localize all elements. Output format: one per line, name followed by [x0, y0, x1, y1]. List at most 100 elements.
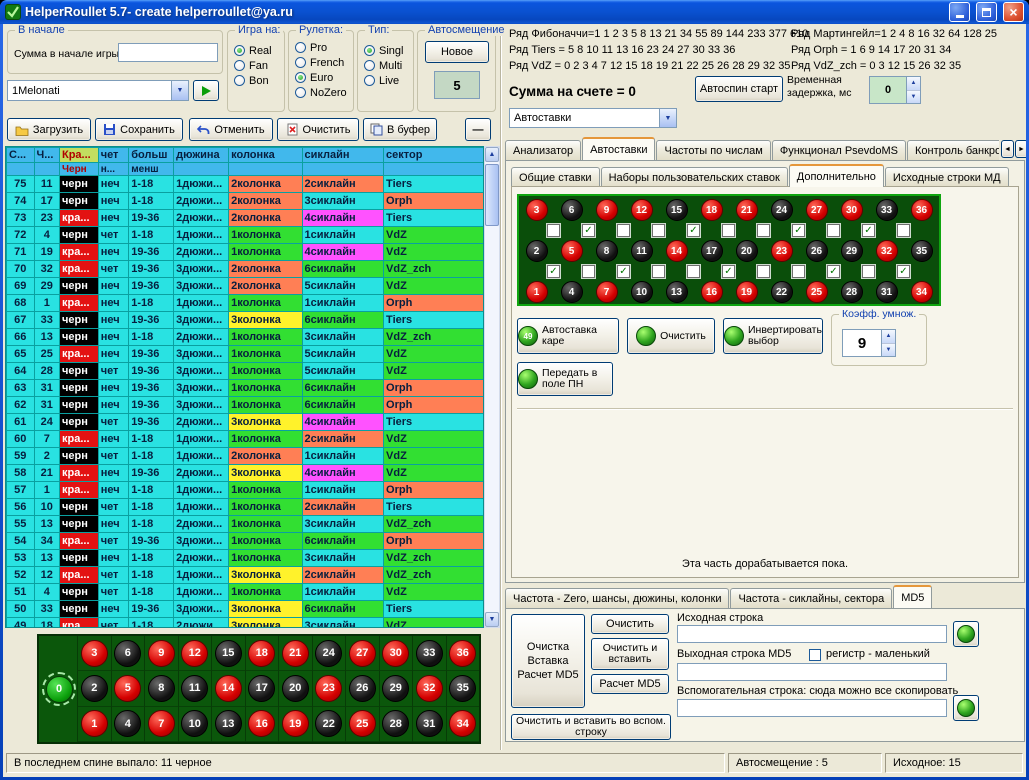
bets-cell[interactable]: 26: [799, 238, 834, 264]
number-1[interactable]: 1: [526, 281, 548, 303]
board-cell[interactable]: 27: [345, 636, 379, 671]
table-row[interactable]: 6929черннеч19-363дюжи...2колонка5сиклайн…: [7, 278, 484, 295]
number-29[interactable]: 29: [841, 240, 863, 262]
number-14[interactable]: 14: [666, 240, 688, 262]
bet-checkbox[interactable]: [792, 265, 805, 278]
bets-cell[interactable]: 28: [834, 279, 869, 305]
bets-cell[interactable]: 24: [764, 197, 799, 223]
board-cell[interactable]: 15: [211, 636, 245, 671]
bets-cell[interactable]: 18: [694, 197, 729, 223]
buffer-button[interactable]: В буфер: [363, 118, 437, 141]
radio-multi[interactable]: Multi: [364, 58, 413, 73]
sub-tab-4[interactable]: Исходные строки МД: [885, 167, 1009, 187]
board-cell[interactable]: 34: [446, 707, 480, 742]
number-22[interactable]: 22: [771, 281, 793, 303]
bets-cell[interactable]: 3: [519, 197, 554, 223]
board-cell[interactable]: 22: [312, 707, 346, 742]
vertical-scrollbar[interactable]: ▲ ▼: [484, 146, 500, 628]
delay-spinner[interactable]: 0 ▲▼: [869, 76, 921, 104]
tab-scroll-left-button[interactable]: ◄: [1001, 140, 1014, 158]
board-cell[interactable]: 28: [379, 707, 413, 742]
column-header[interactable]: чет: [98, 148, 129, 163]
table-row[interactable]: 571кра...неч1-181дюжи...1колонка1сиклайн…: [7, 482, 484, 499]
bet-checkbox[interactable]: [757, 224, 770, 237]
main-tab-2[interactable]: Автоставки: [582, 137, 655, 160]
number-26[interactable]: 26: [806, 240, 828, 262]
board-cell[interactable]: 12: [178, 636, 212, 671]
number-16[interactable]: 16: [248, 710, 275, 737]
clear-bets-button[interactable]: Очистить: [627, 318, 715, 354]
number-17[interactable]: 17: [248, 675, 275, 702]
number-25[interactable]: 25: [806, 281, 828, 303]
bets-cell[interactable]: 8: [589, 238, 624, 264]
bets-cell[interactable]: 12: [624, 197, 659, 223]
table-row[interactable]: 7119кра...неч19-362дюжи...1колонка4сикла…: [7, 244, 484, 261]
number-34[interactable]: 34: [911, 281, 933, 303]
board-cell[interactable]: 25: [345, 707, 379, 742]
bets-cell[interactable]: 19: [729, 279, 764, 305]
table-row[interactable]: 5821кра...неч19-362дюжи...3колонка4сикла…: [7, 465, 484, 482]
sub-tab-2[interactable]: Наборы пользовательских ставок: [601, 167, 788, 187]
number-30[interactable]: 30: [841, 199, 863, 221]
number-35[interactable]: 35: [911, 240, 933, 262]
main-tab-1[interactable]: Анализатор: [505, 140, 581, 160]
bet-checkbox[interactable]: ✓: [582, 224, 595, 237]
md5-source-action-button[interactable]: [953, 621, 979, 647]
bet-checkbox[interactable]: ✓: [547, 265, 560, 278]
board-cell[interactable]: 4: [111, 707, 145, 742]
bets-cell[interactable]: 2: [519, 238, 554, 264]
bet-checkbox[interactable]: [547, 224, 560, 237]
column-header[interactable]: сиклайн: [302, 148, 384, 163]
board-cell[interactable]: 21: [278, 636, 312, 671]
number-19[interactable]: 19: [282, 710, 309, 737]
board-cell[interactable]: 20: [278, 671, 312, 706]
main-tab-5[interactable]: Контроль банкрол: [907, 140, 999, 160]
number-18[interactable]: 18: [248, 640, 275, 667]
number-24[interactable]: 24: [315, 640, 342, 667]
number-11[interactable]: 11: [181, 675, 208, 702]
number-9[interactable]: 9: [148, 640, 175, 667]
sum-start-input[interactable]: [118, 43, 218, 62]
bets-cell[interactable]: 16: [694, 279, 729, 305]
table-row[interactable]: 7511черннеч1-181дюжи...2колонка2сиклайнT…: [7, 176, 484, 193]
bets-cell[interactable]: 15: [659, 197, 694, 223]
table-row[interactable]: 514чернчет1-181дюжи...1колонка1сиклайнVd…: [7, 584, 484, 601]
number-10[interactable]: 10: [181, 710, 208, 737]
bets-cell[interactable]: 27: [799, 197, 834, 223]
autospin-button[interactable]: Автоспин старт: [695, 76, 783, 102]
column-header[interactable]: сектор: [384, 148, 484, 163]
spin-up-icon[interactable]: ▲: [907, 77, 920, 91]
bottom-tab-1[interactable]: Частота - Zero, шансы, дюжины, колонки: [505, 588, 729, 608]
md5-clear-button[interactable]: Очистить: [591, 614, 669, 634]
column-header[interactable]: С...: [7, 148, 35, 163]
number-7[interactable]: 7: [596, 281, 618, 303]
number-11[interactable]: 11: [631, 240, 653, 262]
table-row[interactable]: 724чернчет1-181дюжи...1колонка1сиклайнVd…: [7, 227, 484, 244]
bet-checkbox[interactable]: ✓: [687, 224, 700, 237]
board-cell[interactable]: 2: [77, 671, 111, 706]
md5-big-button[interactable]: Очистка Вставка Расчет MD5: [511, 614, 585, 708]
bets-cell[interactable]: 10: [624, 279, 659, 305]
board-cell[interactable]: 19: [278, 707, 312, 742]
number-32[interactable]: 32: [876, 240, 898, 262]
bottom-tab-2[interactable]: Частота - сиклайны, сектора: [730, 588, 892, 608]
bets-cell[interactable]: 6: [554, 197, 589, 223]
table-row[interactable]: 7417черннеч1-182дюжи...2колонка3сиклайнO…: [7, 193, 484, 210]
clear-button[interactable]: Очистить: [277, 118, 359, 141]
transfer-button[interactable]: Передать в поле ПН: [517, 362, 613, 396]
bets-cell[interactable]: 4: [554, 279, 589, 305]
board-cell[interactable]: 17: [245, 671, 279, 706]
bet-checkbox[interactable]: [757, 265, 770, 278]
radio-bon[interactable]: Bon: [234, 73, 284, 88]
bet-checkbox[interactable]: [687, 265, 700, 278]
board-cell[interactable]: 26: [345, 671, 379, 706]
chevron-down-icon[interactable]: ▼: [659, 109, 676, 127]
number-25[interactable]: 25: [349, 710, 376, 737]
table-row[interactable]: 6613черннеч1-182дюжи...1колонка3сиклайнV…: [7, 329, 484, 346]
number-16[interactable]: 16: [701, 281, 723, 303]
table-row[interactable]: 7323кра...неч19-362дюжи...2колонка4сикла…: [7, 210, 484, 227]
bet-checkbox[interactable]: [722, 224, 735, 237]
md5-source-input[interactable]: [677, 625, 947, 643]
md5-calc-button[interactable]: Расчет MD5: [591, 674, 669, 694]
invert-button[interactable]: Инвертировать выбор: [723, 318, 823, 354]
